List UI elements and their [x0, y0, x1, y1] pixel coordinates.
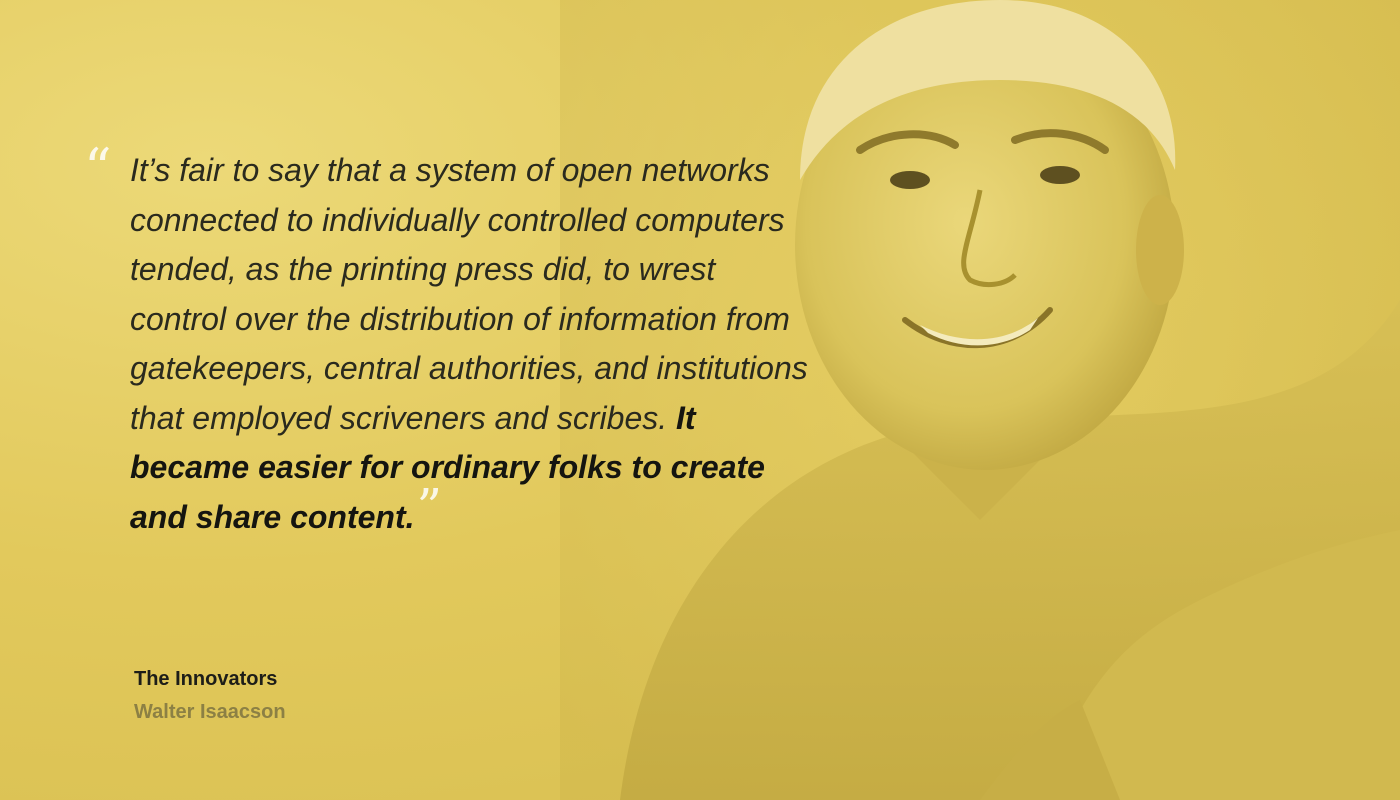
- quote-text-regular: It’s fair to say that a system of open n…: [130, 152, 808, 436]
- quote-source: The Innovators Walter Isaacson: [134, 664, 286, 730]
- quote-card: “ It’s fair to say that a system of open…: [0, 0, 1400, 800]
- author-name: Walter Isaacson: [134, 701, 286, 723]
- open-quote-icon: “: [84, 137, 112, 200]
- book-title: The Innovators: [134, 668, 278, 690]
- quote-text: It’s fair to say that a system of open n…: [130, 146, 810, 542]
- close-quote-icon: ”: [416, 477, 443, 536]
